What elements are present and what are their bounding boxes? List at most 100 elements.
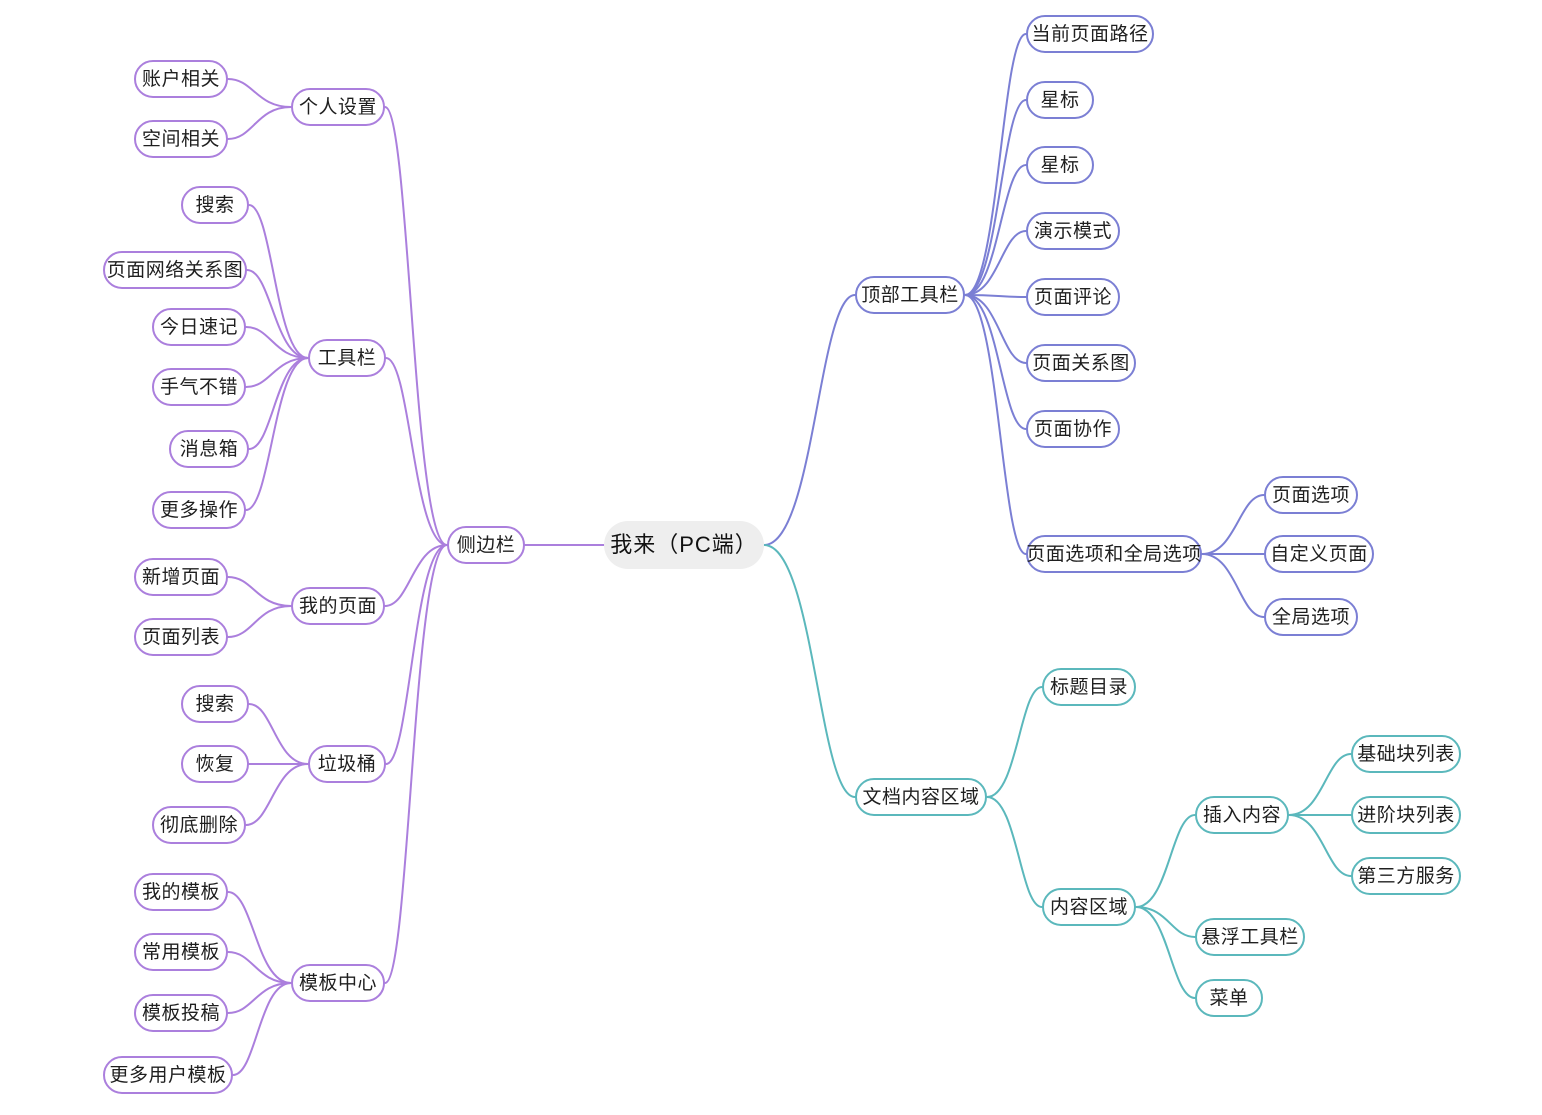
mindmap-edge [1135, 906, 1196, 938]
mindmap-node-template-center[interactable]: 模板中心 [291, 964, 385, 1002]
mindmap-node-my-templates[interactable]: 我的模板 [134, 873, 228, 911]
mindmap-node-search-toolbar[interactable]: 搜索 [181, 186, 249, 224]
mindmap-edge [385, 357, 448, 546]
mindmap-node-page-options[interactable]: 页面选项 [1264, 476, 1358, 514]
mindmap-node-floating-toolbar[interactable]: 悬浮工具栏 [1195, 918, 1305, 956]
mindmap-node-basic-block-list[interactable]: 基础块列表 [1351, 735, 1461, 773]
mindmap-edge [986, 796, 1043, 908]
mindmap-edge [964, 294, 1027, 555]
mindmap-edge [986, 686, 1043, 798]
node-label: 菜单 [1209, 987, 1249, 1009]
node-label: 插入内容 [1202, 804, 1281, 826]
mindmap-edge [964, 99, 1027, 296]
mindmap-edge [227, 106, 292, 140]
node-label: 页面关系图 [1032, 352, 1130, 374]
mindmap-canvas: 我来（PC端） 侧边栏 个人设置 账户相关 空间相关 工具栏 搜索 页面网络关系图 今日速记 手气… [0, 0, 1542, 1115]
mindmap-edge [384, 544, 448, 607]
node-label: 全局选项 [1271, 606, 1350, 628]
mindmap-node-add-page[interactable]: 新增页面 [134, 558, 228, 596]
mindmap-node-page-relation-map[interactable]: 页面关系图 [1026, 344, 1136, 382]
node-label: 侧边栏 [456, 534, 516, 556]
mindmap-edge [964, 294, 1027, 298]
mindmap-node-custom-page[interactable]: 自定义页面 [1264, 535, 1374, 573]
mindmap-node-page-list[interactable]: 页面列表 [134, 618, 228, 656]
mindmap-node-star-1[interactable]: 星标 [1026, 81, 1094, 119]
mindmap-edge [227, 78, 292, 108]
mindmap-node-current-page-path[interactable]: 当前页面路径 [1026, 15, 1154, 53]
node-label: 恢复 [195, 753, 235, 775]
node-label: 星标 [1040, 89, 1080, 111]
mindmap-node-today-notes[interactable]: 今日速记 [152, 308, 246, 346]
node-label: 手气不错 [159, 376, 238, 398]
mindmap-node-search-trash[interactable]: 搜索 [181, 685, 249, 723]
mindmap-edge [245, 326, 309, 359]
mindmap-node-root[interactable]: 我来（PC端） [604, 521, 764, 569]
node-label: 搜索 [195, 693, 235, 715]
mindmap-edge [227, 891, 292, 984]
mindmap-edge [384, 544, 448, 984]
mindmap-edge [964, 294, 1027, 430]
mindmap-edge [964, 230, 1027, 296]
node-label: 今日速记 [159, 316, 238, 338]
mindmap-node-message-box[interactable]: 消息箱 [169, 430, 249, 468]
node-label: 我的模板 [141, 881, 220, 903]
mindmap-edge [227, 576, 292, 607]
node-label: 我来（PC端） [610, 532, 758, 557]
mindmap-node-insert-content[interactable]: 插入内容 [1195, 796, 1289, 834]
mindmap-node-space-related[interactable]: 空间相关 [134, 120, 228, 158]
mindmap-node-toolbar[interactable]: 工具栏 [308, 339, 386, 377]
mindmap-edge [248, 703, 309, 765]
node-label: 标题目录 [1049, 676, 1128, 698]
mindmap-node-presentation-mode[interactable]: 演示模式 [1026, 212, 1120, 250]
mindmap-node-sidebar[interactable]: 侧边栏 [447, 526, 525, 564]
mindmap-edge [227, 951, 292, 984]
mindmap-node-page-and-global-options[interactable]: 页面选项和全局选项 [1026, 535, 1202, 573]
mindmap-node-delete-forever[interactable]: 彻底删除 [152, 806, 246, 844]
node-label: 第三方服务 [1357, 865, 1455, 887]
node-label: 模板投稿 [141, 1002, 220, 1024]
node-label: 页面评论 [1033, 286, 1112, 308]
mindmap-node-trash[interactable]: 垃圾桶 [308, 745, 386, 783]
node-label: 悬浮工具栏 [1201, 926, 1299, 948]
node-label: 工具栏 [317, 347, 377, 369]
mindmap-edge [246, 269, 309, 359]
mindmap-node-more-user-templates[interactable]: 更多用户模板 [103, 1056, 233, 1094]
mindmap-edge [1201, 553, 1265, 618]
mindmap-node-restore[interactable]: 恢复 [181, 745, 249, 783]
mindmap-edge [1135, 814, 1196, 908]
node-label: 页面网络关系图 [106, 259, 244, 281]
mindmap-node-page-comments[interactable]: 页面评论 [1026, 278, 1120, 316]
mindmap-node-menu[interactable]: 菜单 [1195, 979, 1263, 1017]
mindmap-node-global-options[interactable]: 全局选项 [1264, 598, 1358, 636]
node-label: 页面选项和全局选项 [1026, 543, 1202, 565]
mindmap-node-advanced-block-list[interactable]: 进阶块列表 [1351, 796, 1461, 834]
node-label: 页面协作 [1033, 418, 1112, 440]
mindmap-edge [384, 106, 448, 546]
mindmap-edge [964, 33, 1027, 296]
mindmap-node-more-actions[interactable]: 更多操作 [152, 491, 246, 529]
mindmap-node-page-collab[interactable]: 页面协作 [1026, 410, 1120, 448]
mindmap-node-doc-content-area[interactable]: 文档内容区域 [855, 778, 987, 816]
node-label: 内容区域 [1049, 896, 1128, 918]
mindmap-node-personal-settings[interactable]: 个人设置 [291, 88, 385, 126]
node-label: 搜索 [195, 194, 235, 216]
mindmap-node-third-party-service[interactable]: 第三方服务 [1351, 857, 1461, 895]
mindmap-node-page-network-map[interactable]: 页面网络关系图 [103, 251, 247, 289]
mindmap-edge [245, 763, 309, 826]
mindmap-node-template-submit[interactable]: 模板投稿 [134, 994, 228, 1032]
node-label: 更多操作 [159, 499, 238, 521]
mindmap-node-my-pages[interactable]: 我的页面 [291, 587, 385, 625]
mindmap-node-heading-toc[interactable]: 标题目录 [1042, 668, 1136, 706]
mindmap-node-star-2[interactable]: 星标 [1026, 146, 1094, 184]
mindmap-node-common-templates[interactable]: 常用模板 [134, 933, 228, 971]
node-label: 个人设置 [298, 96, 377, 118]
node-label: 新增页面 [141, 566, 220, 588]
mindmap-node-lucky[interactable]: 手气不错 [152, 368, 246, 406]
mindmap-edge [763, 294, 856, 546]
mindmap-node-account-related[interactable]: 账户相关 [134, 60, 228, 98]
node-label: 自定义页面 [1270, 543, 1368, 565]
mindmap-node-content-area[interactable]: 内容区域 [1042, 888, 1136, 926]
node-label: 顶部工具栏 [861, 284, 959, 306]
mindmap-edge [248, 204, 309, 359]
mindmap-node-top-toolbar[interactable]: 顶部工具栏 [855, 276, 965, 314]
